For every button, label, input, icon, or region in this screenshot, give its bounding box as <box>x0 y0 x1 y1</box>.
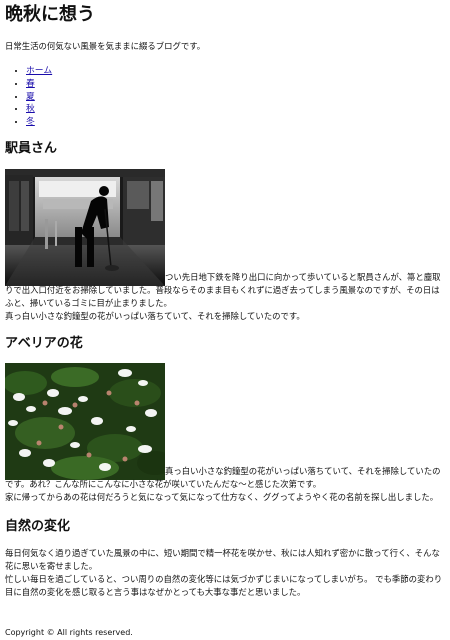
nav-link-spring[interactable]: 春 <box>26 79 35 89</box>
site-tagline: 日常生活の何気ない風景を気ままに綴るブログです。 <box>5 41 206 51</box>
article-text: 毎日何気なく過り過ぎていた風景の中に、短い期間で精一杯花を咲かせ、秋には人知れず… <box>5 547 440 571</box>
nav-item-summer: 夏 <box>26 91 445 104</box>
site-footer: Copyright © All rights reserved. <box>5 626 133 639</box>
site-header: 晩秋に想う 日常生活の何気ない風景を気ままに綴るブログです。 <box>5 0 445 53</box>
article-text: 家に帰ってからあの花は何だろうと気になって気になって仕方なく、ググってようやく花… <box>5 491 439 502</box>
article-title: 駅員さん <box>5 140 58 156</box>
site-title: 晩秋に想う <box>5 4 95 25</box>
nav-item-spring: 春 <box>26 78 445 91</box>
nav-link-summer[interactable]: 夏 <box>26 92 35 102</box>
main-nav: ホーム 春 夏 秋 冬 <box>5 65 445 129</box>
nav-link-autumn[interactable]: 秋 <box>26 104 35 114</box>
nav-item-home: ホーム <box>26 65 445 78</box>
article-title: アベリアの花 <box>5 335 83 351</box>
nav-link-home[interactable]: ホーム <box>26 66 52 76</box>
abelia-flower-photo <box>5 362 165 480</box>
article-title: 自然の変化 <box>5 518 71 534</box>
nav-link-winter[interactable]: 冬 <box>26 117 35 127</box>
article-paragraph: 毎日何気なく過り過ぎていた風景の中に、短い期間で精一杯花を咲かせ、秋には人知れず… <box>5 547 445 599</box>
copyright-text: Copyright © All rights reserved. <box>5 628 133 637</box>
station-staff-photo <box>5 168 165 286</box>
article-abelia: アベリアの花 真っ白い小さな釣鐘型の花がいっぱい落ちていて、それを掃除していたの… <box>5 335 445 504</box>
article-text: 真っ白い小さな釣鐘型の花がいっぱい落ちていて、それを掃除していたのです。 <box>5 310 305 321</box>
article-text: 忙しい毎日を過ごしていると、つい周りの自然の変化等には気づかずじまいになってしま… <box>5 573 443 597</box>
article-paragraph: つい先日地下鉄を降り出口に向かって歩いていると駅員さんが、箒と塵取りで出入口付近… <box>5 168 445 323</box>
article-nature-change: 自然の変化 毎日何気なく過り過ぎていた風景の中に、短い期間で精一杯花を咲かせ、秋… <box>5 518 445 599</box>
nav-item-autumn: 秋 <box>26 103 445 116</box>
page: 晩秋に想う 日常生活の何気ない風景を気ままに綴るブログです。 ホーム 春 夏 秋… <box>0 0 450 640</box>
article-paragraph: 真っ白い小さな釣鐘型の花がいっぱい落ちていて、それを掃除していたのです。あれ？こ… <box>5 362 445 504</box>
article-station-staff: 駅員さん つい先日地下鉄を降り出口に向かって歩いていると駅員さんが、箒と塵取りで… <box>5 140 445 323</box>
nav-item-winter: 冬 <box>26 116 445 129</box>
